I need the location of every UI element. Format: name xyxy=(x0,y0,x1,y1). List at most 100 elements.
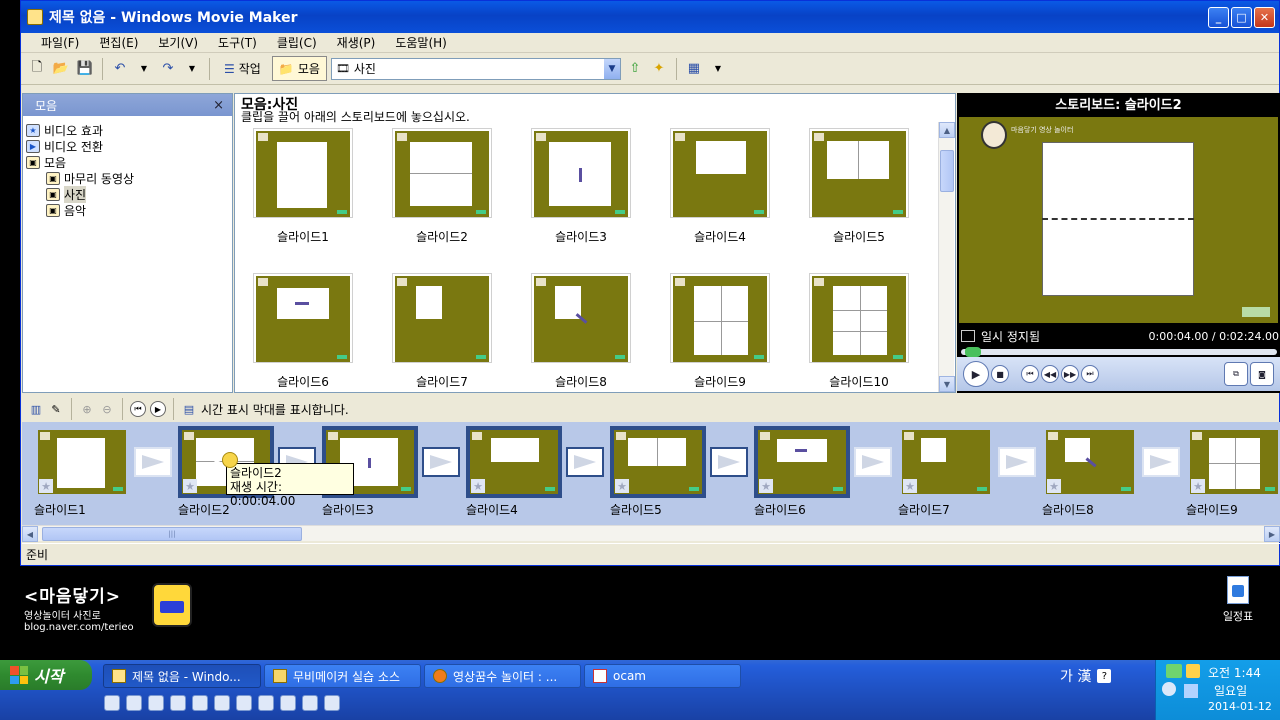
close-button[interactable]: ✕ xyxy=(1254,6,1275,28)
transition-slot[interactable] xyxy=(854,447,892,477)
security-icon[interactable] xyxy=(1184,684,1198,698)
transition-slot[interactable] xyxy=(710,447,748,477)
clip-thumbnail[interactable] xyxy=(809,128,909,218)
effect-star-icon[interactable]: ★ xyxy=(183,479,197,493)
storyboard-frame[interactable]: ★ xyxy=(1186,426,1280,498)
effect-star-icon[interactable]: ★ xyxy=(759,479,773,493)
stop-icon[interactable]: ■ xyxy=(991,365,1009,383)
app-icon[interactable] xyxy=(280,695,296,711)
view-options-icon[interactable]: ▦ xyxy=(684,59,704,79)
clip-item[interactable]: 슬라이드5 xyxy=(809,128,909,245)
view-dropdown-icon[interactable]: ▼ xyxy=(708,59,728,79)
collections-button[interactable]: 📁 모음 xyxy=(271,56,327,81)
ie-icon[interactable] xyxy=(126,695,142,711)
title-bar[interactable]: 제목 없음 - Windows Movie Maker _ □ ✕ xyxy=(21,1,1279,33)
clip-thumbnail[interactable] xyxy=(392,273,492,363)
clip-item[interactable]: 슬라이드3 xyxy=(531,128,631,245)
scroll-right-icon[interactable]: ▶ xyxy=(1264,526,1280,542)
previous-frame-icon[interactable]: ⏮ xyxy=(1021,365,1039,383)
new-project-icon[interactable]: 🗋 xyxy=(27,59,47,79)
taskbar-button-ocam[interactable]: ocam xyxy=(584,664,741,688)
undo-icon[interactable]: ↶ xyxy=(110,59,130,79)
timeline-icon[interactable]: ▤ xyxy=(181,401,197,417)
scroll-down-icon[interactable]: ▼ xyxy=(939,376,955,392)
storyboard-clip[interactable]: ★ 슬라이드9 xyxy=(1186,426,1280,518)
ime-bar[interactable]: 가 漢 ? xyxy=(1060,666,1112,686)
scroll-thumb[interactable] xyxy=(940,150,954,192)
tree-item-video-effects[interactable]: ★ 비디오 효과 xyxy=(26,122,232,138)
desktop-icon[interactable] xyxy=(104,695,120,711)
tree-item-ending-video[interactable]: ▣ 마무리 동영상 xyxy=(26,170,232,186)
forward-icon[interactable]: ▶▶ xyxy=(1061,365,1079,383)
menu-help[interactable]: 도움말(H) xyxy=(387,33,455,52)
effect-star-icon[interactable]: ★ xyxy=(615,479,629,493)
up-level-icon[interactable]: ⇧ xyxy=(625,59,645,79)
open-project-icon[interactable]: 📂 xyxy=(51,59,71,79)
tasks-button[interactable]: ☰ 작업 xyxy=(217,56,268,81)
play-storyboard-icon[interactable]: ▶ xyxy=(150,401,166,417)
ime-mode[interactable]: 가 漢 xyxy=(1060,666,1091,686)
effect-star-icon[interactable]: ★ xyxy=(1047,479,1061,493)
storyboard-horizontal-scrollbar[interactable]: ◀ ||| ▶ xyxy=(22,525,1280,542)
taskbar-button-movie-maker[interactable]: 제목 없음 - Windo... xyxy=(103,664,261,688)
seek-knob[interactable] xyxy=(965,347,981,357)
save-project-icon[interactable]: 💾 xyxy=(75,59,95,79)
zoom-out-icon[interactable]: ⊖ xyxy=(99,401,115,417)
transition-slot[interactable] xyxy=(998,447,1036,477)
ime-help-icon[interactable]: ? xyxy=(1097,669,1112,683)
storyboard-frame[interactable]: ★ xyxy=(34,426,130,498)
tray-arrow-icon[interactable] xyxy=(1162,682,1176,696)
storyboard-view-icon[interactable]: ▥ xyxy=(28,401,44,417)
undo-dropdown-icon[interactable]: ▼ xyxy=(134,59,154,79)
storyboard-clip[interactable]: ★ 슬라이드8 xyxy=(1042,426,1138,518)
app-icon[interactable] xyxy=(302,695,318,711)
clip-thumbnail[interactable] xyxy=(253,273,353,363)
new-collection-icon[interactable]: ✦ xyxy=(649,59,669,79)
redo-icon[interactable]: ↷ xyxy=(158,59,178,79)
clip-item[interactable]: 슬라이드2 xyxy=(392,128,492,245)
rewind-icon[interactable]: ◀◀ xyxy=(1041,365,1059,383)
transition-slot[interactable] xyxy=(134,447,172,477)
redo-dropdown-icon[interactable]: ▼ xyxy=(182,59,202,79)
storyboard-clip[interactable]: ★ 슬라이드6 xyxy=(754,426,850,518)
maximize-button[interactable]: □ xyxy=(1231,6,1252,28)
scroll-thumb[interactable]: ||| xyxy=(42,527,302,541)
collection-combo[interactable]: 🎞 사진 ▼ xyxy=(330,57,621,80)
narrate-icon[interactable]: ✎ xyxy=(48,401,64,417)
rewind-storyboard-icon[interactable]: ⏮ xyxy=(130,401,146,417)
clip-item[interactable]: 슬라이드7 xyxy=(392,273,492,390)
clip-item[interactable]: 슬라이드1 xyxy=(253,128,353,245)
tree-item-photos[interactable]: ▣ 사진 xyxy=(26,185,232,203)
tree-item-collections[interactable]: ▣ 모음 xyxy=(26,154,232,170)
effect-star-icon[interactable]: ★ xyxy=(471,479,485,493)
firefox-icon[interactable] xyxy=(148,695,164,711)
clip-thumbnail[interactable] xyxy=(531,128,631,218)
menu-file[interactable]: 파일(F) xyxy=(33,33,87,52)
menu-tools[interactable]: 도구(T) xyxy=(210,33,265,52)
storyboard-clip[interactable]: ★ 슬라이드1 xyxy=(34,426,130,518)
scroll-up-icon[interactable]: ▲ xyxy=(939,122,955,138)
clip-thumbnail[interactable] xyxy=(392,128,492,218)
transition-slot[interactable] xyxy=(566,447,604,477)
app-icon[interactable] xyxy=(258,695,274,711)
storyboard-clip[interactable]: ★ 슬라이드4 xyxy=(466,426,562,518)
next-frame-icon[interactable]: ⏭ xyxy=(1081,365,1099,383)
combo-dropdown-icon[interactable]: ▼ xyxy=(603,58,620,79)
menu-clip[interactable]: 클립(C) xyxy=(269,33,325,52)
clip-thumbnail[interactable] xyxy=(253,128,353,218)
volume-icon[interactable] xyxy=(1186,664,1200,678)
play-icon[interactable]: ▶ xyxy=(963,361,989,387)
tree-item-video-transitions[interactable]: ▶ 비디오 전환 xyxy=(26,138,232,154)
clip-item[interactable]: 슬라이드10 xyxy=(809,273,909,390)
transition-slot[interactable] xyxy=(422,447,460,477)
clip-thumbnail[interactable] xyxy=(670,273,770,363)
tree-item-music[interactable]: ▣ 음악 xyxy=(26,202,232,218)
show-timeline-label[interactable]: 시간 표시 막대를 표시합니다. xyxy=(201,401,349,418)
menu-view[interactable]: 보기(V) xyxy=(150,33,206,52)
storyboard-frame[interactable]: ★ xyxy=(1042,426,1138,498)
scroll-left-icon[interactable]: ◀ xyxy=(22,526,38,542)
contents-vertical-scrollbar[interactable]: ▲ ▼ xyxy=(938,122,955,392)
snapshot-icon[interactable]: ◙ xyxy=(1250,362,1274,386)
storyboard-clip[interactable]: ★ 슬라이드7 xyxy=(898,426,994,518)
clip-thumbnail[interactable] xyxy=(809,273,909,363)
